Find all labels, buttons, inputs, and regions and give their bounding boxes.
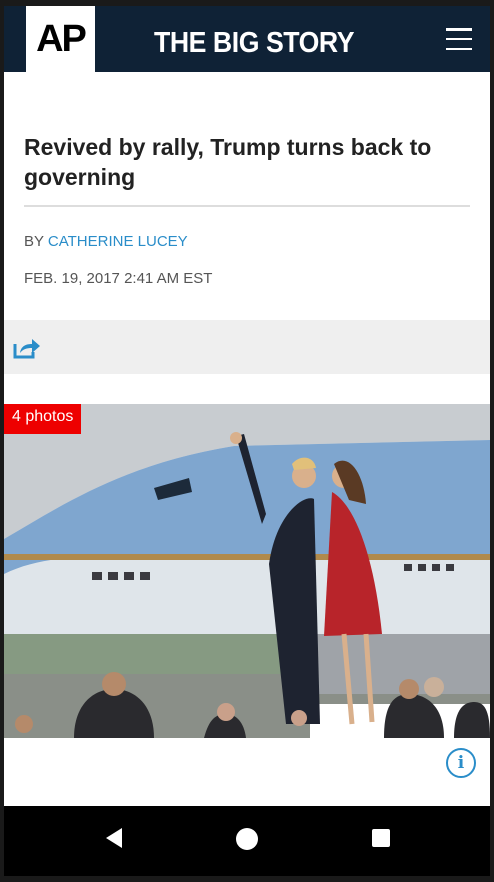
app-screen: AP THE BIG STORY Revived by rally, Trump… — [4, 6, 490, 876]
byline-prefix: BY — [24, 233, 44, 250]
byline: BY CATHERINE LUCEY — [24, 233, 188, 250]
author-link[interactable]: CATHERINE LUCEY — [48, 233, 188, 250]
share-bar — [4, 320, 490, 374]
photo-count-badge[interactable]: 4 photos — [4, 404, 82, 434]
info-icon[interactable]: i — [446, 748, 476, 778]
ap-logo[interactable]: AP — [26, 6, 95, 72]
article-headline: Revived by rally, Trump turns back to go… — [24, 134, 432, 190]
app-header: AP THE BIG STORY — [4, 6, 490, 72]
logo-text: AP — [36, 17, 87, 60]
share-icon[interactable] — [12, 336, 42, 365]
hamburger-menu-icon[interactable] — [446, 28, 472, 50]
article-photo[interactable] — [4, 404, 490, 738]
home-circle-icon[interactable] — [236, 828, 258, 850]
back-triangle-icon[interactable] — [104, 827, 124, 854]
publish-date: FEB. 19, 2017 2:41 AM EST — [24, 270, 213, 287]
recents-square-icon[interactable] — [372, 829, 390, 847]
divider — [24, 205, 470, 207]
site-title: THE BIG STORY — [154, 27, 355, 59]
